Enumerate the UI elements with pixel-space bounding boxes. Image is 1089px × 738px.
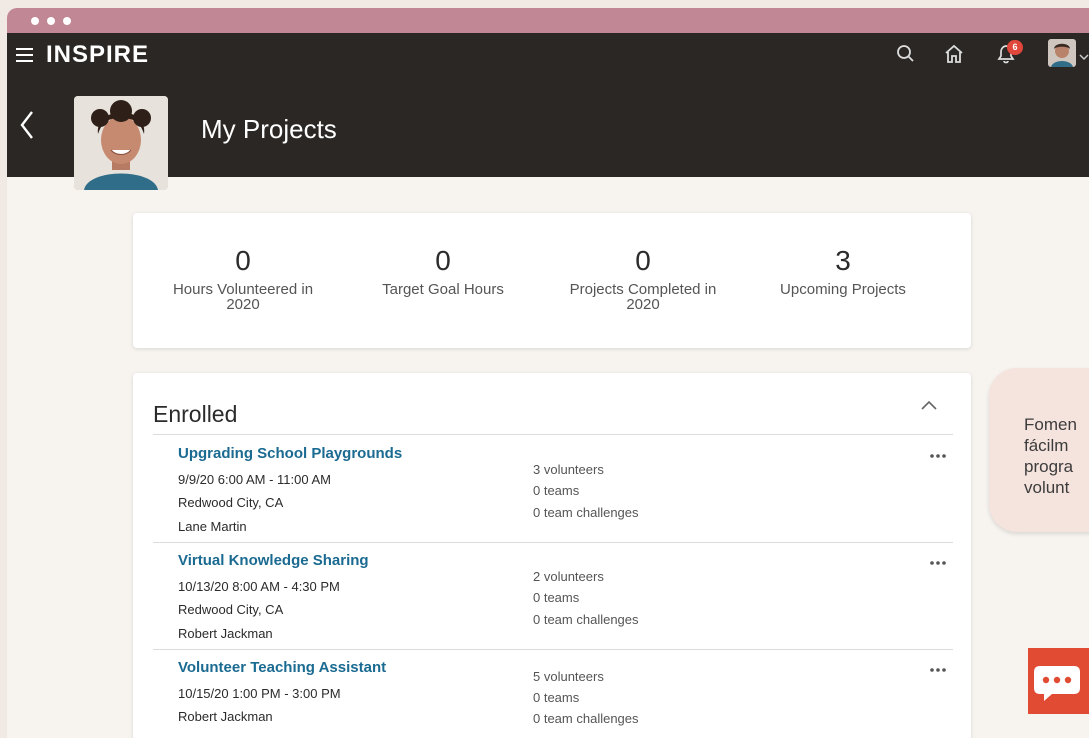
stat-label: Projects Completed in 2020 — [569, 281, 717, 313]
search-icon[interactable] — [895, 43, 917, 65]
chevron-down-icon[interactable] — [1079, 53, 1089, 61]
stat-value: 0 — [435, 245, 451, 276]
page-title: My Projects — [201, 114, 337, 144]
more-icon[interactable] — [928, 558, 948, 568]
stat-label: Hours Volunteered in 2020 — [172, 281, 314, 313]
hamburger-icon[interactable] — [16, 48, 33, 62]
chat-icon — [1034, 666, 1080, 701]
home-icon[interactable] — [943, 43, 965, 65]
window-dot-close[interactable] — [31, 17, 39, 25]
chat-button[interactable] — [1028, 648, 1089, 714]
project-owner: Lane Martin — [178, 519, 247, 534]
project-datetime: 10/13/20 8:00 AM - 4:30 PM — [178, 579, 340, 594]
enrolled-section: Enrolled Upgrading School Playgrounds 9/… — [133, 373, 971, 738]
project-volunteers: 3 volunteers — [533, 462, 604, 477]
project-location: Redwood City, CA — [178, 602, 284, 617]
window-titlebar — [7, 8, 1089, 33]
project-challenges: 0 team challenges — [533, 612, 639, 627]
stat-projects-completed: 0 Projects Completed in 2020 — [543, 245, 743, 312]
list-item[interactable]: Upgrading School Playgrounds 9/9/20 6:00… — [153, 435, 953, 542]
list-item[interactable]: Virtual Knowledge Sharing 10/13/20 8:00 … — [153, 542, 953, 649]
project-datetime: 10/15/20 1:00 PM - 3:00 PM — [178, 686, 341, 701]
project-challenges: 0 team challenges — [533, 711, 639, 726]
project-owner: Robert Jackman — [178, 626, 273, 641]
project-challenges: 0 team challenges — [533, 505, 639, 520]
more-icon[interactable] — [928, 665, 948, 675]
user-avatar[interactable] — [1048, 39, 1076, 67]
back-arrow-icon[interactable] — [19, 109, 35, 141]
stat-label: Upcoming Projects — [780, 281, 906, 298]
chevron-up-icon[interactable] — [919, 397, 939, 413]
project-owner: Robert Jackman — [178, 709, 273, 724]
stats-summary-card: 0 Hours Volunteered in 2020 0 Target Goa… — [133, 213, 971, 348]
project-title-link[interactable]: Volunteer Teaching Assistant — [178, 659, 386, 676]
stat-hours-volunteered: 0 Hours Volunteered in 2020 — [143, 245, 343, 312]
project-title-link[interactable]: Upgrading School Playgrounds — [178, 445, 402, 462]
promo-text: Fomen fácilm progra volunt — [1024, 415, 1077, 497]
stat-value: 0 — [235, 245, 251, 276]
notification-badge: 6 — [1007, 40, 1023, 55]
project-datetime: 9/9/20 6:00 AM - 11:00 AM — [178, 472, 331, 487]
browser-window: INSPIRE 6 My Projects 0 Hours Volunteere… — [7, 8, 1089, 738]
window-dot-minimize[interactable] — [47, 17, 55, 25]
stat-target-goal-hours: 0 Target Goal Hours — [343, 245, 543, 297]
window-dot-zoom[interactable] — [63, 17, 71, 25]
profile-photo[interactable] — [74, 96, 168, 190]
section-title: Enrolled — [153, 401, 238, 427]
project-teams: 0 teams — [533, 690, 580, 705]
project-teams: 0 teams — [533, 483, 580, 498]
project-volunteers: 5 volunteers — [533, 669, 604, 684]
page-header: My Projects — [7, 77, 1089, 246]
top-navigation-bar: INSPIRE 6 — [7, 33, 1089, 77]
stat-label: Target Goal Hours — [382, 281, 504, 298]
project-volunteers: 2 volunteers — [533, 569, 604, 584]
app-logo[interactable]: INSPIRE — [46, 41, 149, 69]
stat-value: 0 — [635, 245, 651, 276]
more-icon[interactable] — [928, 451, 948, 461]
stat-value: 3 — [835, 245, 851, 276]
promo-callout: Fomen fácilm progra volunt — [989, 368, 1089, 532]
project-title-link[interactable]: Virtual Knowledge Sharing — [178, 552, 369, 569]
project-location: Redwood City, CA — [178, 495, 284, 510]
stat-upcoming-projects: 3 Upcoming Projects — [743, 245, 943, 297]
project-teams: 0 teams — [533, 590, 580, 605]
